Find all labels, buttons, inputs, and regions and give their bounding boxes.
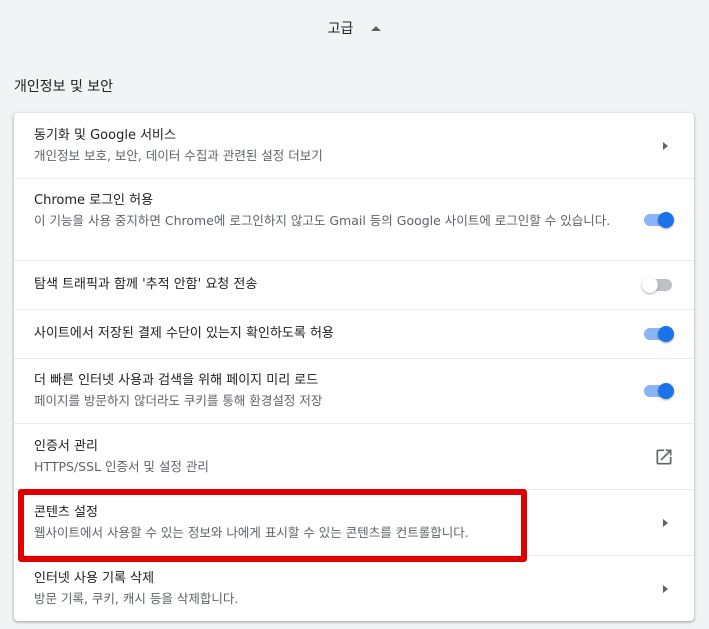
toggle-knob [642, 277, 658, 293]
chrome-signin-toggle[interactable] [642, 211, 674, 228]
row-subtitle: 페이지를 방문하지 않더라도 쿠키를 통해 환경설정 저장 [34, 393, 323, 408]
row-title: 탐색 트래픽과 함께 '추적 안함' 요청 전송 [34, 277, 258, 292]
row-title: 더 빠른 인터넷 사용과 검색을 위해 페이지 미리 로드 [34, 373, 319, 388]
payment-methods-toggle[interactable] [642, 326, 674, 342]
chevron-right-icon[interactable] [663, 584, 668, 593]
row-title: 콘텐츠 설정 [34, 504, 98, 520]
row-clear-browsing-data[interactable]: 인터넷 사용 기록 삭제 방문 기록, 쿠키, 캐시 등을 삭제합니다. [14, 555, 694, 621]
row-subtitle: HTTPS/SSL 인증서 및 설정 관리 [34, 458, 209, 474]
preload-pages-toggle[interactable] [642, 383, 674, 399]
row-allow-chrome-signin[interactable]: Chrome 로그인 허용 이 기능을 사용 중지하면 Chrome에 로그인하… [14, 178, 694, 260]
row-subtitle: 이 기능을 사용 중지하면 Chrome에 로그인하지 않고도 Gmail 등의… [34, 213, 611, 228]
advanced-toggle[interactable]: 고급 [0, 18, 709, 38]
do-not-track-toggle[interactable] [642, 277, 674, 293]
row-preload-pages[interactable]: 더 빠른 인터넷 사용과 검색을 위해 페이지 미리 로드 페이지를 방문하지 … [14, 358, 694, 423]
section-title: 개인정보 및 보안 [14, 79, 114, 95]
row-title: 인터넷 사용 기록 삭제 [34, 570, 155, 586]
row-do-not-track[interactable]: 탐색 트래픽과 함께 '추적 안함' 요청 전송 [14, 260, 694, 309]
toggle-knob [658, 383, 674, 399]
advanced-label: 고급 [327, 21, 354, 37]
chevron-right-icon[interactable] [663, 518, 668, 527]
chevron-right-icon[interactable] [663, 141, 668, 150]
row-content-settings[interactable]: 콘텐츠 설정 웹사이트에서 사용할 수 있는 정보와 나에게 표시할 수 있는 … [14, 489, 694, 555]
row-title: 인증서 관리 [34, 438, 98, 454]
row-payment-methods[interactable]: 사이트에서 저장된 결제 수단이 있는지 확인하도록 허용 [14, 309, 694, 358]
row-title: 동기화 및 Google 서비스 [34, 127, 176, 143]
caret-up-icon [371, 26, 382, 31]
row-sync-google-services[interactable]: 동기화 및 Google 서비스 개인정보 보호, 보안, 데이터 수집과 관련… [14, 113, 694, 178]
external-link-icon[interactable] [654, 447, 674, 467]
row-title: 사이트에서 저장된 결제 수단이 있는지 확인하도록 허용 [34, 326, 334, 341]
privacy-security-card: 동기화 및 Google 서비스 개인정보 보호, 보안, 데이터 수집과 관련… [14, 113, 694, 621]
toggle-knob [658, 326, 674, 342]
row-manage-certificates[interactable]: 인증서 관리 HTTPS/SSL 인증서 및 설정 관리 [14, 423, 694, 489]
toggle-knob [658, 211, 674, 228]
row-subtitle: 웹사이트에서 사용할 수 있는 정보와 나에게 표시할 수 있는 콘텐츠를 컨트… [34, 524, 469, 540]
row-title: Chrome 로그인 허용 [34, 193, 154, 208]
row-subtitle: 방문 기록, 쿠키, 캐시 등을 삭제합니다. [34, 590, 239, 606]
row-subtitle: 개인정보 보호, 보안, 데이터 수집과 관련된 설정 더보기 [34, 147, 323, 163]
